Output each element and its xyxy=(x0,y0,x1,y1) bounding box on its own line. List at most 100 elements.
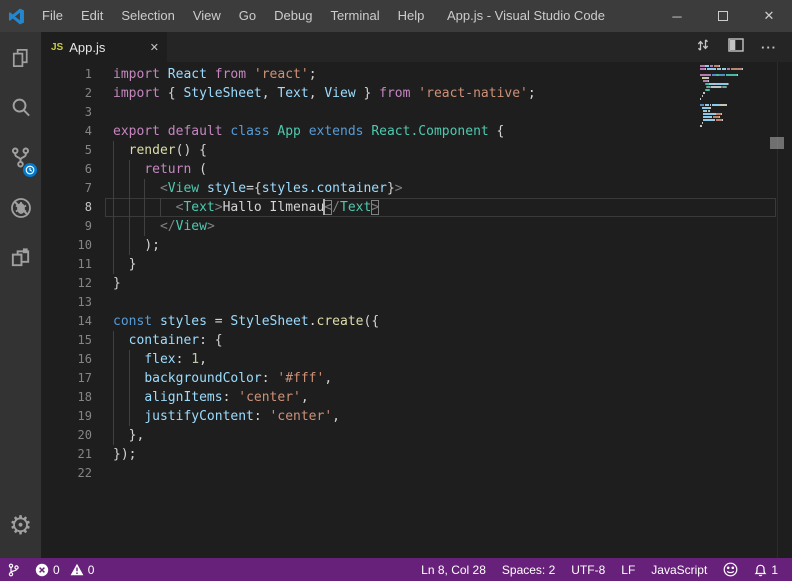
minimap-line xyxy=(700,86,774,88)
code-line[interactable]: 14const styles = StyleSheet.create({ xyxy=(41,312,792,331)
code-line[interactable]: 4export default class App extends React.… xyxy=(41,122,792,141)
code-token: ={ xyxy=(246,181,262,196)
status-language-mode-label: JavaScript xyxy=(651,563,707,577)
menu-item-edit[interactable]: Edit xyxy=(72,0,112,32)
code-token: : xyxy=(176,352,192,367)
code-line[interactable]: 10 ); xyxy=(41,236,792,255)
git-branch-status[interactable] xyxy=(0,558,27,581)
menu-item-debug[interactable]: Debug xyxy=(265,0,321,32)
tab-close-icon[interactable]: ✕ xyxy=(150,41,159,54)
close-button[interactable]: ✕ xyxy=(746,0,792,32)
code-token: 1 xyxy=(191,352,199,367)
indent-guide xyxy=(113,388,114,407)
menu-item-selection[interactable]: Selection xyxy=(112,0,183,32)
menu-item-help[interactable]: Help xyxy=(389,0,434,32)
activity-item-files[interactable] xyxy=(0,35,41,85)
line-number: 20 xyxy=(41,426,92,445)
code-token: : { xyxy=(199,333,222,348)
code-line[interactable]: 16 flex: 1, xyxy=(41,350,792,369)
code-line[interactable]: 6 return ( xyxy=(41,160,792,179)
status-notifications-label: 1 xyxy=(771,563,778,577)
code-line-content: container: { xyxy=(105,331,776,350)
split-editor-icon[interactable] xyxy=(728,38,744,57)
menu-item-go[interactable]: Go xyxy=(230,0,265,32)
code-token: justifyContent xyxy=(144,409,254,424)
indent-guide xyxy=(144,217,145,236)
code-token: , xyxy=(332,409,340,424)
code-editor[interactable]: 1import React from 'react';2import { Sty… xyxy=(41,62,792,558)
code-token: alignItems xyxy=(144,390,222,405)
code-line-content: <View style={styles.container}> xyxy=(105,179,776,198)
code-line[interactable]: 22 xyxy=(41,464,792,483)
status-encoding-label: UTF-8 xyxy=(571,563,605,577)
code-line[interactable]: 15 container: { xyxy=(41,331,792,350)
status-cursor-position[interactable]: Ln 8, Col 28 xyxy=(413,558,494,581)
activity-item-search[interactable] xyxy=(0,85,41,135)
code-token: ); xyxy=(144,238,160,253)
indent-guide xyxy=(144,198,145,217)
code-token: : xyxy=(223,390,239,405)
code-token: 'react' xyxy=(254,67,309,82)
code-token: > xyxy=(395,181,403,196)
error-count: 0 xyxy=(53,563,60,577)
compare-changes-icon[interactable] xyxy=(695,37,711,58)
indent-guide xyxy=(113,407,114,426)
code-token: , xyxy=(262,86,278,101)
code-line[interactable]: 17 backgroundColor: '#fff', xyxy=(41,369,792,388)
code-line[interactable]: 8 <Text>Hallo Ilmenau</Text> xyxy=(41,198,792,217)
code-line[interactable]: 19 justifyContent: 'center', xyxy=(41,407,792,426)
vertical-scrollbar[interactable] xyxy=(777,62,792,558)
code-line[interactable]: 1import React from 'react'; xyxy=(41,65,792,84)
search-icon xyxy=(9,96,32,124)
status-eol[interactable]: LF xyxy=(613,558,643,581)
status-feedback[interactable] xyxy=(715,558,746,581)
maximize-button[interactable] xyxy=(700,0,746,32)
minimize-button[interactable]: ─ xyxy=(654,0,700,32)
status-cursor-position-label: Ln 8, Col 28 xyxy=(421,563,486,577)
code-line[interactable]: 2import { StyleSheet, Text, View } from … xyxy=(41,84,792,103)
code-line-content: export default class App extends React.C… xyxy=(105,122,776,141)
menu-item-terminal[interactable]: Terminal xyxy=(321,0,388,32)
code-token: create xyxy=(317,314,364,329)
minimap[interactable] xyxy=(700,65,774,131)
code-token: render xyxy=(129,143,176,158)
code-line[interactable]: 20 }, xyxy=(41,426,792,445)
more-actions-icon[interactable]: ··· xyxy=(761,40,777,55)
code-line-content: }, xyxy=(105,426,776,445)
code-token: > xyxy=(207,219,215,234)
settings-gear-button[interactable]: ⚙ xyxy=(0,500,41,550)
code-line[interactable]: 5 render() { xyxy=(41,141,792,160)
activity-item-debug[interactable] xyxy=(0,185,41,235)
code-line-content: <Text>Hallo Ilmenau</Text> xyxy=(105,198,776,217)
vscode-logo-icon xyxy=(0,8,33,25)
code-line[interactable]: 11 } xyxy=(41,255,792,274)
code-token: { xyxy=(168,86,184,101)
code-token: , xyxy=(324,371,332,386)
code-line[interactable]: 9 </View> xyxy=(41,217,792,236)
status-encoding[interactable]: UTF-8 xyxy=(563,558,613,581)
menu-item-view[interactable]: View xyxy=(184,0,230,32)
code-token: : xyxy=(254,409,270,424)
code-line[interactable]: 13 xyxy=(41,293,792,312)
activity-bar: ⚙ xyxy=(0,32,41,558)
tab-appjs[interactable]: JS App.js ✕ xyxy=(41,32,167,62)
activity-item-source-control[interactable] xyxy=(0,135,41,185)
status-language-mode[interactable]: JavaScript xyxy=(643,558,715,581)
status-indentation[interactable]: Spaces: 2 xyxy=(494,558,563,581)
code-line[interactable]: 18 alignItems: 'center', xyxy=(41,388,792,407)
status-notifications[interactable]: 1 xyxy=(746,558,786,581)
code-token: return xyxy=(144,162,191,177)
code-line[interactable]: 12} xyxy=(41,274,792,293)
code-line[interactable]: 7 <View style={styles.container}> xyxy=(41,179,792,198)
code-token: } xyxy=(387,181,395,196)
code-line[interactable]: 21}); xyxy=(41,445,792,464)
code-token: View xyxy=(324,86,355,101)
code-token: import xyxy=(113,86,168,101)
code-line[interactable]: 3 xyxy=(41,103,792,122)
activity-item-extensions[interactable] xyxy=(0,235,41,285)
status-right: Ln 8, Col 28 Spaces: 2 UTF-8 LF JavaScript 1 xyxy=(413,558,792,581)
menu-item-file[interactable]: File xyxy=(33,0,72,32)
problems-status[interactable]: 0 0 xyxy=(27,558,102,581)
line-number: 10 xyxy=(41,236,92,255)
code-token: </ xyxy=(160,219,176,234)
